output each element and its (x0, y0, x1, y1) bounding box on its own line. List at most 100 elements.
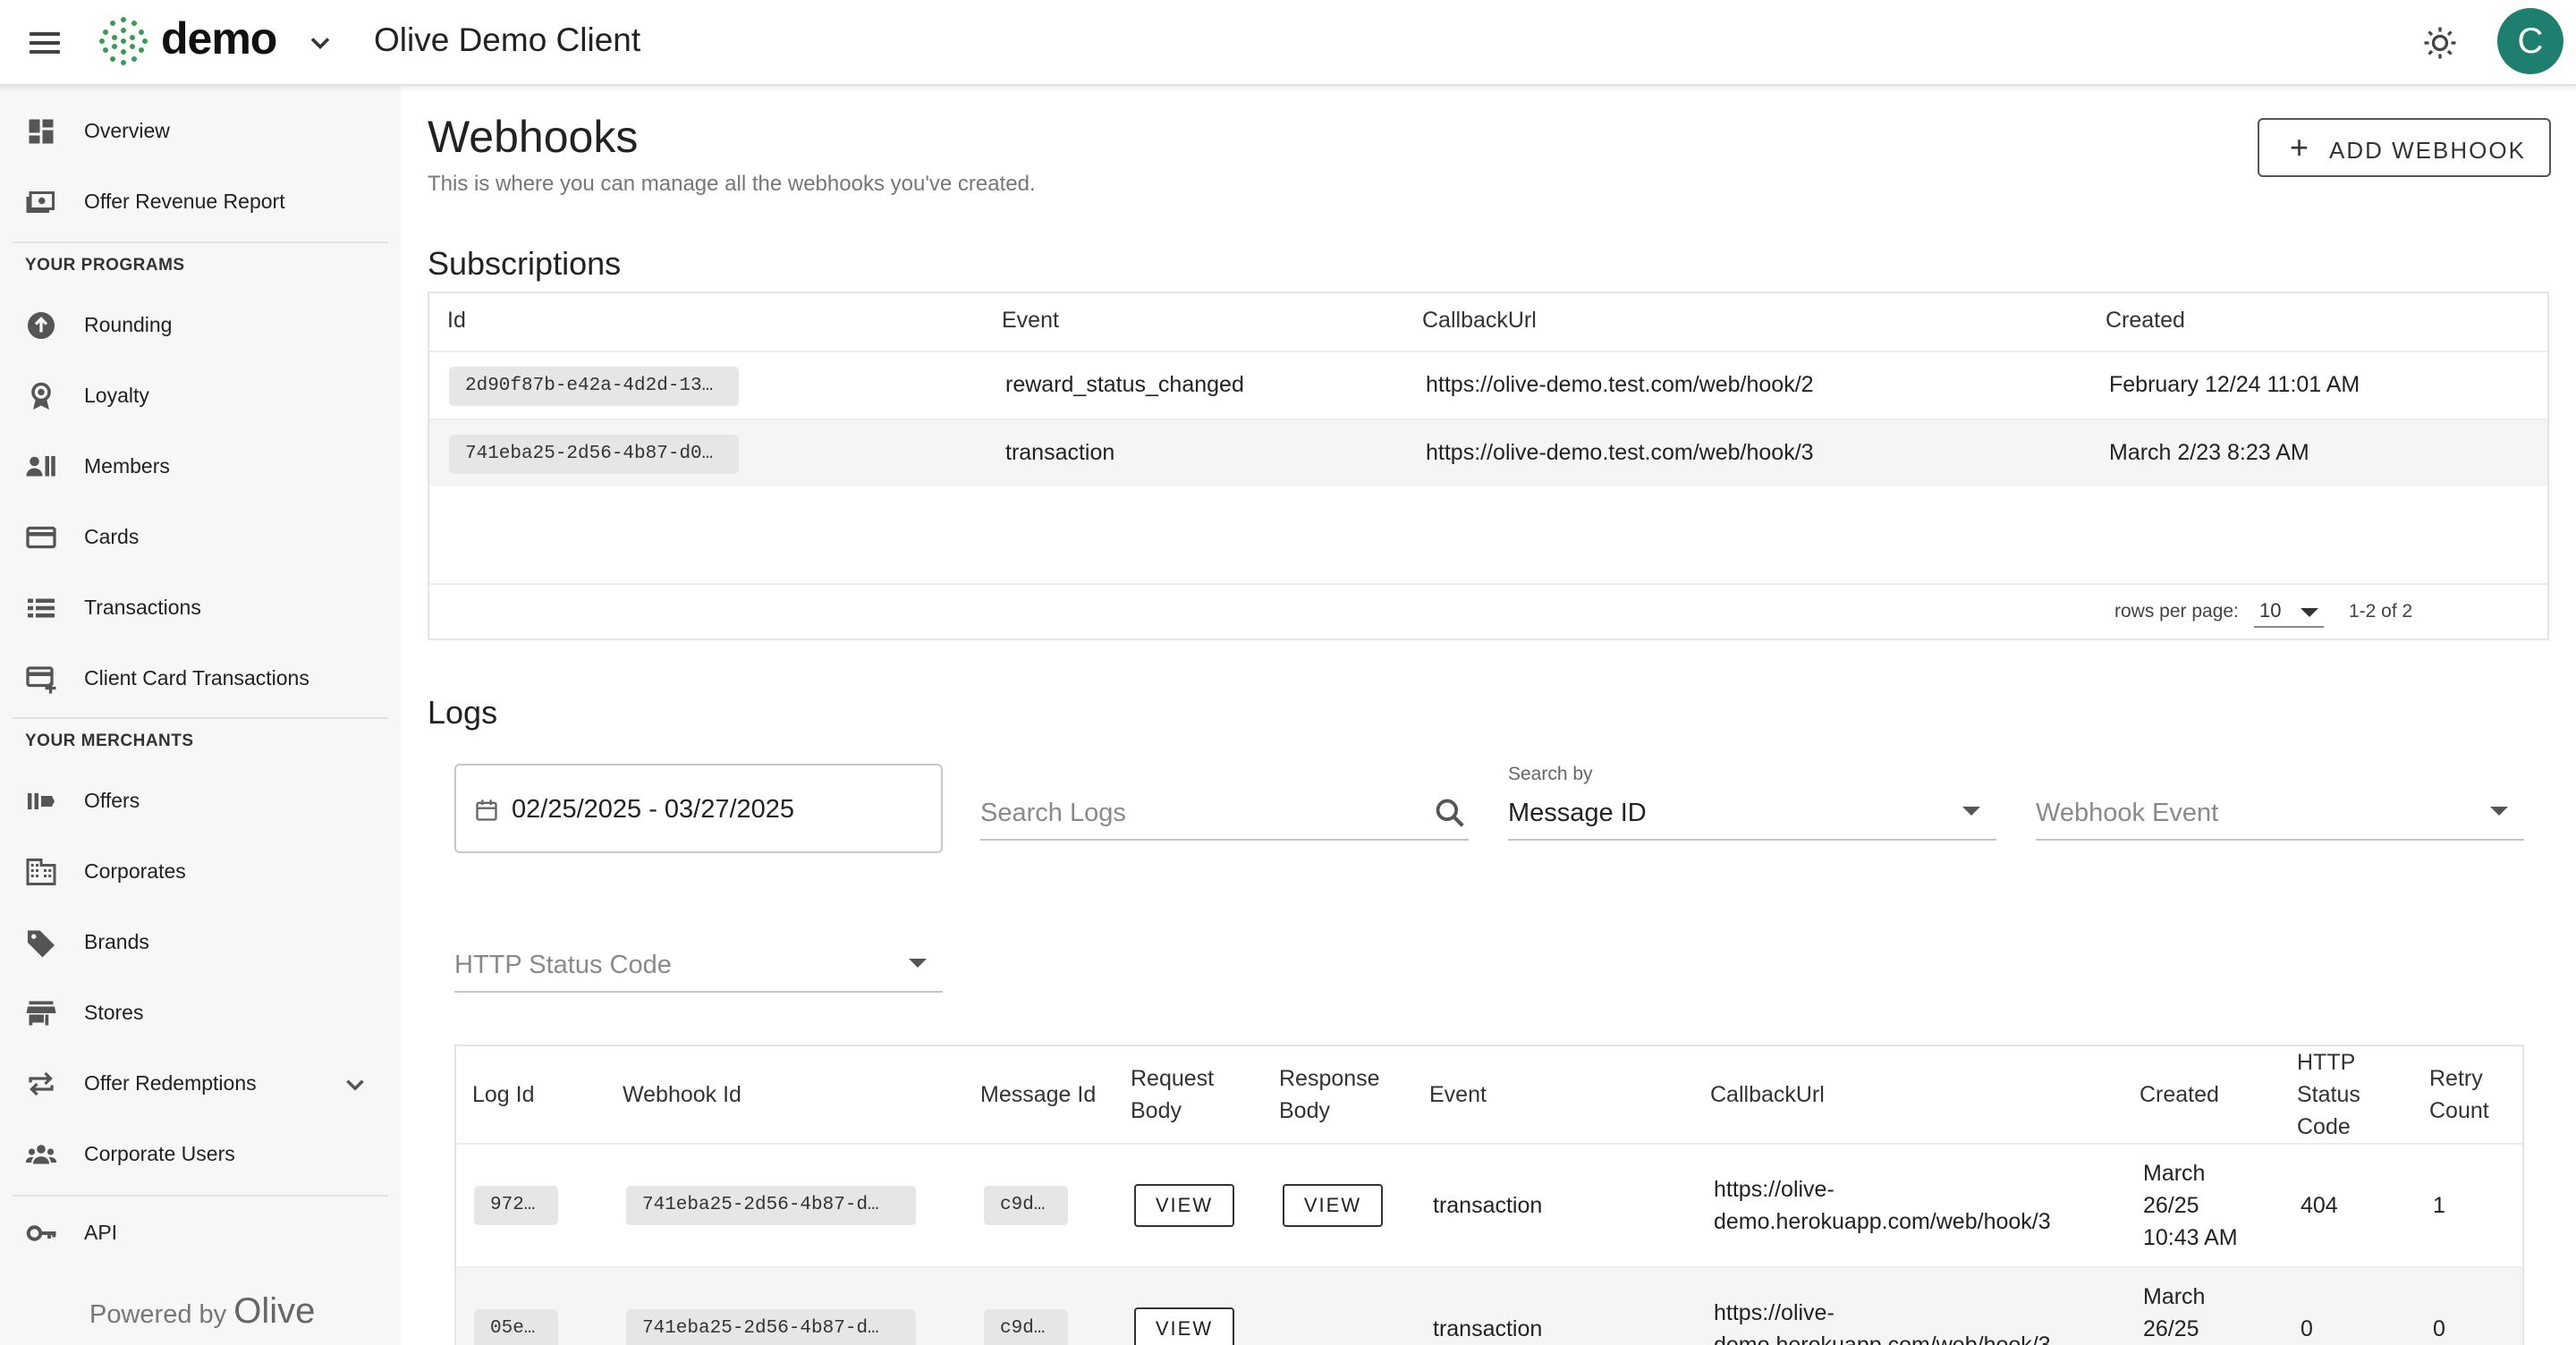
column-header-webhook-id[interactable]: Webhook Id (623, 1079, 741, 1111)
column-header-response-body[interactable]: Response Body (1279, 1062, 1380, 1127)
table-row[interactable]: 741eba25-2d56-4b87-d0… transaction https… (429, 419, 2547, 486)
sidebar-item-label: Stores (84, 1001, 144, 1024)
building-icon (26, 859, 56, 885)
logs-table: Log Id Webhook Id Message Id Request Bod… (454, 1045, 2524, 1345)
logo-text: demo (161, 13, 277, 63)
sidebar-item-label: Rounding (84, 313, 173, 336)
sidebar-item-members[interactable]: Members (0, 437, 401, 496)
chevron-down-icon[interactable] (340, 1070, 370, 1100)
sidebar-item-corporate-users[interactable]: Corporate Users (0, 1125, 401, 1184)
webhook-id-chip[interactable]: 741eba25-2d56-4b87-d… (626, 1309, 916, 1345)
pager-divider (429, 583, 2547, 585)
url-line: demo.herokuapp.com/web/hook/3 (1714, 1209, 2051, 1234)
search-logs-placeholder: Search Logs (980, 799, 1126, 827)
column-header-event[interactable]: Event (1002, 308, 1059, 334)
column-header-event[interactable]: Event (1429, 1079, 1487, 1111)
page-subtitle: This is where you can manage all the web… (428, 172, 1036, 196)
column-header-http-status-code[interactable]: HTTP Status Code (2297, 1046, 2360, 1143)
sidebar-item-label: Brands (84, 930, 149, 953)
column-header-request-body[interactable]: Request Body (1131, 1062, 1214, 1127)
view-request-body-button[interactable]: VIEW (1134, 1184, 1234, 1227)
rows-per-page-select[interactable]: 10 (2254, 597, 2324, 628)
sidebar-item-label: Transactions (84, 596, 201, 619)
subscription-created: March 2/23 8:23 AM (2109, 440, 2309, 465)
created-line: 26/25 (2143, 1193, 2199, 1218)
sidebar-item-offer-redemptions[interactable]: Offer Redemptions (0, 1054, 401, 1113)
log-id-chip[interactable]: 05e… (474, 1309, 558, 1345)
sidebar-item-rounding[interactable]: Rounding (0, 296, 401, 355)
sidebar-item-label: Offers (84, 789, 140, 812)
sidebar-item-brands[interactable]: Brands (0, 913, 401, 972)
column-header-callbackurl[interactable]: CallbackUrl (1422, 308, 1537, 334)
created-line: 26/25 (2143, 1316, 2199, 1341)
sidebar-item-label: Overview (84, 119, 170, 142)
http-status-code-select[interactable]: HTTP Status Code (454, 916, 943, 993)
dashboard-icon (29, 119, 54, 144)
webhook-event-select[interactable]: Webhook Event (2036, 764, 2524, 841)
sidebar-item-loyalty[interactable]: Loyalty (0, 367, 401, 426)
chevron-down-icon[interactable] (304, 27, 336, 59)
members-icon (26, 456, 55, 477)
sidebar-item-offers[interactable]: Offers (0, 772, 401, 831)
sidebar-item-client-card-transactions[interactable]: Client Card Transactions (0, 649, 401, 708)
date-range-picker[interactable]: 02/25/2025 - 03/27/2025 (454, 764, 943, 853)
webhook-event-placeholder: Webhook Event (2036, 799, 2219, 827)
search-by-value: Message ID (1508, 799, 1647, 827)
created-line: 10:43 AM (2143, 1225, 2238, 1250)
view-request-body-button[interactable]: VIEW (1134, 1307, 1234, 1345)
merchants-heading: YOUR MERCHANTS (25, 732, 194, 750)
key-icon (26, 1225, 56, 1241)
log-retry-count: 1 (2433, 1193, 2445, 1218)
view-response-body-button[interactable]: VIEW (1283, 1184, 1383, 1227)
sidebar-item-transactions[interactable]: Transactions (0, 579, 401, 638)
menu-icon[interactable] (27, 27, 63, 59)
subscription-callback-url: https://olive-demo.test.com/web/hook/3 (1426, 440, 1814, 465)
table-row[interactable]: 2d90f87b-e42a-4d2d-13… reward_status_cha… (429, 351, 2547, 419)
search-by-select[interactable]: Search by Message ID (1508, 764, 1996, 841)
sidebar-item-label: Corporate Users (84, 1142, 235, 1165)
rows-per-page-value: 10 (2259, 599, 2282, 622)
dropdown-arrow-icon (1962, 807, 1980, 816)
sidebar-item-label: Cards (84, 525, 140, 548)
sidebar-item-corporates[interactable]: Corporates (0, 842, 401, 901)
sidebar-item-cards[interactable]: Cards (0, 508, 401, 567)
sidebar-item-api[interactable]: API (0, 1204, 401, 1263)
subscription-event: reward_status_changed (1005, 372, 1244, 397)
search-logs-input[interactable]: Search Logs (980, 764, 1469, 841)
log-event: transaction (1433, 1193, 1543, 1218)
webhook-id-chip[interactable]: 741eba25-2d56-4b87-d… (626, 1186, 916, 1225)
search-by-label: Search by (1508, 764, 1593, 784)
add-webhook-button[interactable]: + ADD WEBHOOK (2258, 118, 2551, 177)
brightness-icon[interactable] (2422, 25, 2458, 61)
column-header-retry-count[interactable]: Retry Count (2429, 1062, 2489, 1127)
sidebar-item-overview[interactable]: Overview (0, 102, 401, 161)
message-id-chip[interactable]: c9d… (984, 1309, 1068, 1345)
search-icon[interactable] (1433, 796, 1467, 830)
powered-by: Powered by Olive (89, 1291, 315, 1332)
message-id-chip[interactable]: c9d… (984, 1186, 1068, 1225)
dropdown-arrow-icon (2490, 807, 2508, 816)
column-header-created[interactable]: Created (2140, 1079, 2219, 1111)
subscription-id-chip[interactable]: 2d90f87b-e42a-4d2d-13… (449, 367, 739, 406)
list-icon (28, 598, 55, 618)
column-header-id[interactable]: Id (447, 308, 466, 334)
log-id-chip[interactable]: 972… (474, 1186, 558, 1225)
olive-logo: Olive (233, 1291, 316, 1331)
user-avatar[interactable]: C (2497, 8, 2563, 74)
subscription-id-chip[interactable]: 741eba25-2d56-4b87-d0… (449, 435, 739, 474)
header-line: Count (2429, 1098, 2489, 1123)
column-header-log-id[interactable]: Log Id (472, 1079, 535, 1111)
table-row[interactable]: 972… 741eba25-2d56-4b87-d… c9d… VIEW VIE… (456, 1143, 2522, 1266)
sidebar-item-offer-revenue-report[interactable]: Offer Revenue Report (0, 173, 401, 232)
sidebar-item-stores[interactable]: Stores (0, 984, 401, 1043)
subscriptions-title: Subscriptions (428, 245, 622, 282)
url-line: https://olive- (1714, 1177, 1835, 1202)
column-header-message-id[interactable]: Message Id (980, 1079, 1096, 1111)
sidebar-item-label: Offer Revenue Report (84, 190, 285, 213)
column-header-created[interactable]: Created (2106, 308, 2185, 334)
header-line: Response (1279, 1066, 1380, 1091)
header-line: Status (2297, 1082, 2360, 1107)
header-line: HTTP (2297, 1050, 2356, 1075)
table-row[interactable]: 05e… 741eba25-2d56-4b87-d… c9d… VIEW tra… (456, 1266, 2522, 1345)
column-header-callbackurl[interactable]: CallbackUrl (1710, 1079, 1825, 1111)
